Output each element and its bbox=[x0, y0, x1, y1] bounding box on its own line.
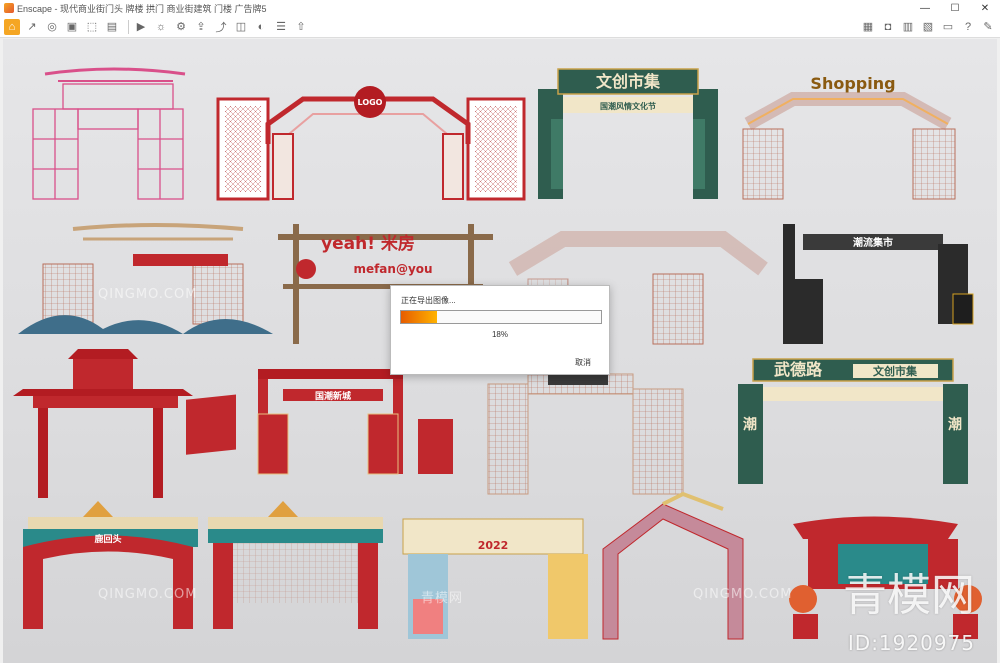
settings-icon[interactable]: ⚙ bbox=[173, 19, 189, 35]
gate-guochao bbox=[186, 369, 453, 475]
gate-shopping-grid bbox=[742, 92, 956, 200]
minimize-button[interactable]: — bbox=[910, 0, 940, 16]
watermark-1: QINGMO.COM bbox=[98, 287, 198, 302]
toolbar-right-group: ▦ ◘ ▥ ▧ ▭ ? ✎ bbox=[860, 19, 1000, 35]
batch-icon[interactable]: ☰ bbox=[273, 19, 289, 35]
shopping-sign: Shopping bbox=[810, 74, 895, 93]
watermark-logo: 青模网 bbox=[843, 570, 975, 621]
chao-right-sign: 潮 bbox=[948, 416, 962, 433]
title-bar: Enscape - 现代商业街门头 牌楼 拱门 商业街建筑 门楼 广告牌5 — … bbox=[0, 0, 1000, 16]
export-progress-dialog: 正在导出图像... 18% 取消 bbox=[390, 285, 610, 375]
window-title: Enscape - 现代商业街门头 牌楼 拱门 商业街建筑 门楼 广告牌5 bbox=[17, 3, 267, 14]
upload-icon[interactable]: ⇧ bbox=[293, 19, 309, 35]
export-progress-fill bbox=[401, 311, 437, 323]
maximize-button[interactable]: ☐ bbox=[940, 0, 970, 16]
share-icon[interactable]: ⤴ bbox=[213, 19, 229, 35]
gate-grid-wireframe bbox=[487, 373, 684, 495]
guochao-sign: 国潮新城 bbox=[315, 390, 351, 402]
feedback-icon[interactable]: ✎ bbox=[980, 19, 996, 35]
wenchuang-subtitle: 国潮风情文化节 bbox=[600, 101, 656, 111]
gate-pink-lattice bbox=[602, 491, 744, 640]
gate-red-pailou bbox=[13, 349, 193, 498]
watermark-4: 青模网 bbox=[421, 591, 464, 606]
gate-colorful-blocks bbox=[402, 518, 588, 639]
gate-crane-roof bbox=[18, 223, 273, 334]
zhixun-sign: 潮流集市 bbox=[853, 236, 893, 249]
wude-side-sign: 文创市集 bbox=[873, 364, 918, 378]
yeah-sign: yeah! 米房 bbox=[321, 233, 415, 254]
camera-icon[interactable]: ◘ bbox=[880, 19, 896, 35]
arrow-icon[interactable]: ↗ bbox=[24, 19, 40, 35]
asset-icon[interactable]: ▣ bbox=[64, 19, 80, 35]
video-icon[interactable]: ▶ bbox=[133, 19, 149, 35]
close-button[interactable]: ✕ bbox=[970, 0, 1000, 16]
export-message: 正在导出图像... bbox=[401, 296, 456, 305]
cancel-button[interactable]: 取消 bbox=[575, 357, 591, 368]
views-icon[interactable]: ▧ bbox=[920, 19, 936, 35]
screenshot-icon[interactable]: ▤ bbox=[104, 19, 120, 35]
sun-icon[interactable]: ☼ bbox=[153, 19, 169, 35]
render-icon[interactable]: ◎ bbox=[44, 19, 60, 35]
gate-deer-arch-1 bbox=[23, 501, 198, 629]
export-progress-bar bbox=[400, 310, 602, 324]
toolbar-divider bbox=[128, 19, 129, 34]
wenchuang-sign: 文创市集 bbox=[596, 72, 661, 91]
gate-deer-arch-2 bbox=[208, 501, 383, 629]
export-icon[interactable]: ⇪ bbox=[193, 19, 209, 35]
watermark-2: QINGMO.COM bbox=[693, 587, 793, 602]
enscape-logo-icon bbox=[4, 3, 14, 13]
logo-text: LOGO bbox=[358, 98, 383, 107]
view-icon[interactable]: ⬚ bbox=[84, 19, 100, 35]
home-icon[interactable]: ⌂ bbox=[4, 18, 20, 35]
gate-wude-green bbox=[738, 358, 968, 484]
wude-sign: 武德路 bbox=[774, 360, 823, 379]
chao-left-sign: 潮 bbox=[743, 416, 757, 433]
display-icon[interactable]: ▭ bbox=[940, 19, 956, 35]
map-icon[interactable]: ▦ bbox=[860, 19, 876, 35]
gate-pink-pavilion bbox=[32, 67, 186, 200]
toolbar: ⌂ ↗ ◎ ▣ ⬚ ▤ ▶ ☼ ⚙ ⇪ ⤴ ◫ ◐ ☰ ⇧ ▦ ◘ ▥ ▧ ▭ … bbox=[0, 16, 1000, 38]
watermark-id: ID:1920975 bbox=[847, 631, 975, 655]
help-icon[interactable]: ? bbox=[960, 19, 976, 35]
jiayuan-sign: 鹿回头 bbox=[93, 533, 121, 545]
app-window: Enscape - 现代商业街门头 牌楼 拱门 商业街建筑 门楼 广告牌5 — … bbox=[0, 0, 1000, 663]
date-sign: 2022 bbox=[478, 539, 509, 552]
panorama-icon[interactable]: ◐ bbox=[253, 19, 269, 35]
book-icon[interactable]: ▥ bbox=[900, 19, 916, 35]
yeah-subtitle: mefan@you bbox=[353, 262, 432, 276]
export-progress-percent: 18% bbox=[491, 330, 508, 339]
vr-icon[interactable]: ◫ bbox=[233, 19, 249, 35]
watermark-3: QINGMO.COM bbox=[98, 587, 198, 602]
